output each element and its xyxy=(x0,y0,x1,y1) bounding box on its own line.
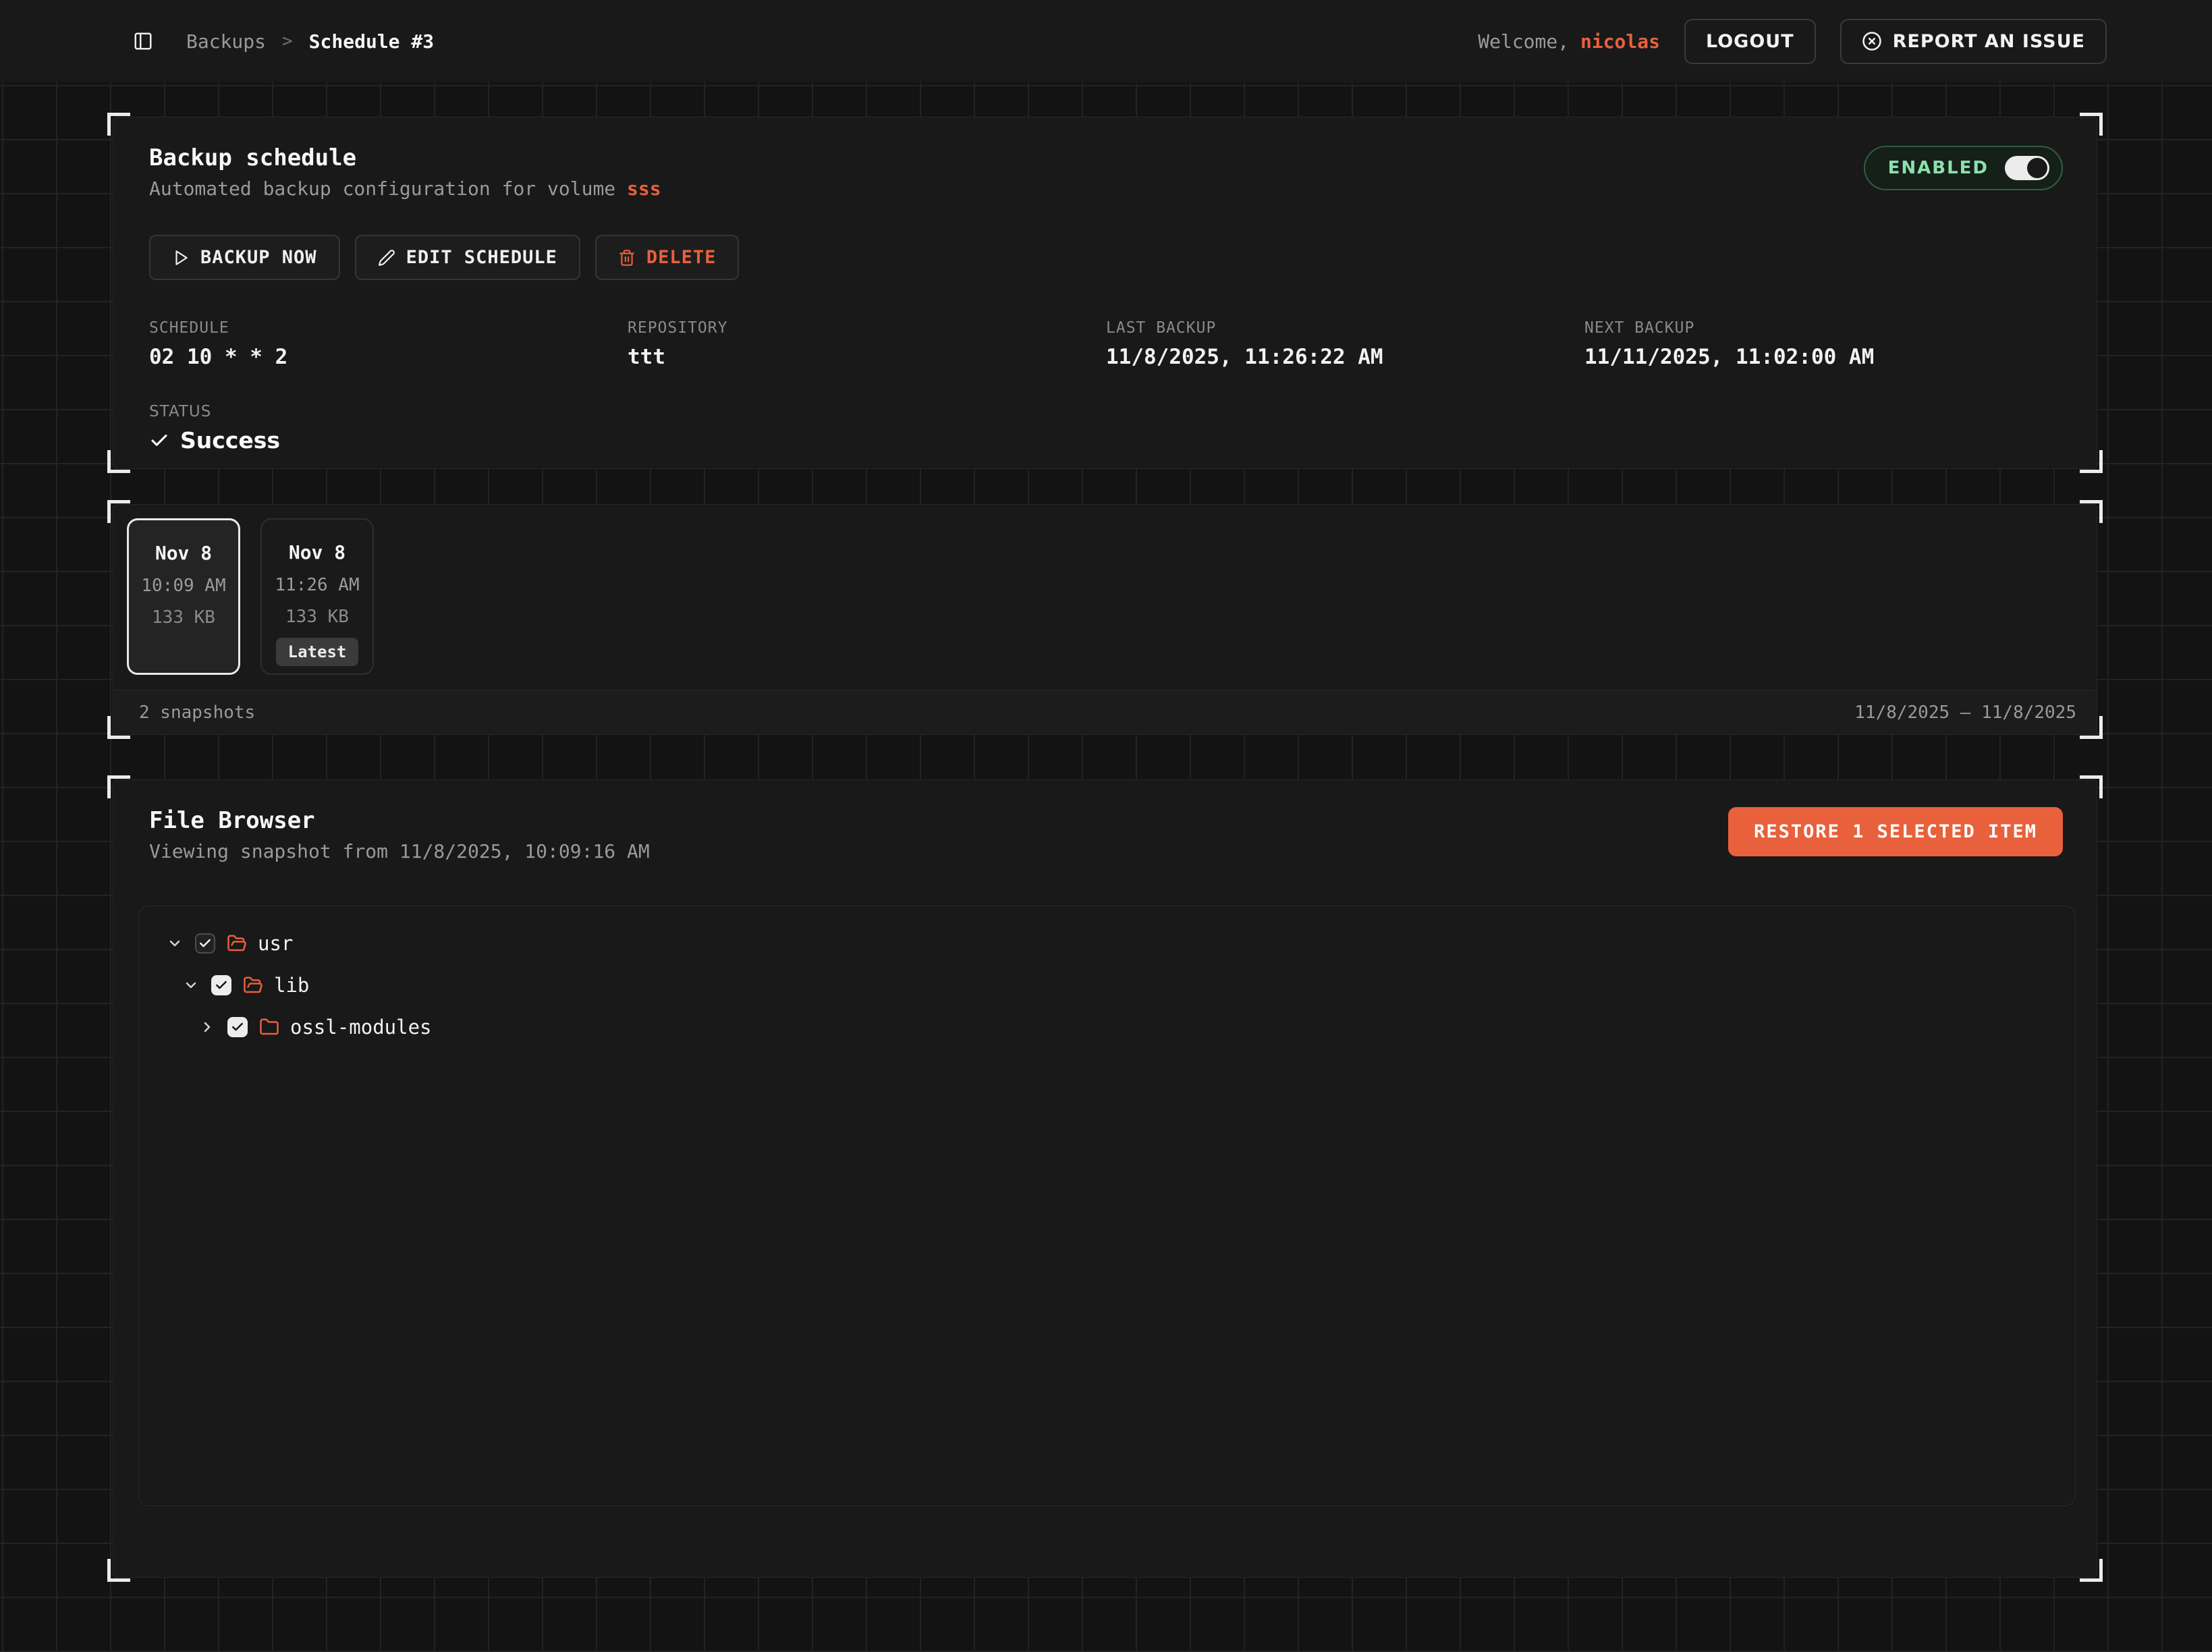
snapshot-time: 10:09 AM xyxy=(141,576,225,596)
delete-label: DELETE xyxy=(646,247,717,268)
snapshots-panel: Nov 8 10:09 AM 133 KB Nov 8 11:26 AM 133… xyxy=(113,504,2097,735)
breadcrumb-backups[interactable]: Backups xyxy=(186,30,266,53)
file-browser-panel: File Browser Viewing snapshot from 11/8/… xyxy=(113,779,2097,1578)
frame-corner xyxy=(2080,716,2103,739)
field-value: 11/8/2025, 11:26:22 AM xyxy=(1106,345,1584,369)
play-icon xyxy=(172,249,190,267)
frame-corner xyxy=(107,113,130,136)
tree-row-lib[interactable]: lib xyxy=(139,964,2075,1006)
snapshot-date-range: 11/8/2025 – 11/8/2025 xyxy=(1854,703,2076,723)
snapshot-time: 11:26 AM xyxy=(275,575,359,595)
field-value: 11/11/2025, 11:02:00 AM xyxy=(1584,345,2063,369)
field-label: LAST BACKUP xyxy=(1106,319,1584,337)
logout-label: LOGOUT xyxy=(1706,31,1794,52)
frame-corner xyxy=(107,775,130,798)
field-label: SCHEDULE xyxy=(149,319,628,337)
backup-now-label: BACKUP NOW xyxy=(200,247,317,268)
volume-name: sss xyxy=(627,177,661,200)
frame-corner xyxy=(2080,1559,2103,1582)
check-icon xyxy=(149,431,169,451)
chevron-down-icon[interactable] xyxy=(167,935,183,952)
panel-subtitle: Viewing snapshot from 11/8/2025, 10:09:1… xyxy=(149,840,650,862)
snapshot-date: Nov 8 xyxy=(155,542,212,564)
snapshot-count: 2 snapshots xyxy=(139,703,255,723)
folder-icon xyxy=(259,1017,279,1037)
logout-button[interactable]: LOGOUT xyxy=(1684,19,1816,64)
page-background-grid: Backup schedule Automated backup configu… xyxy=(0,82,2212,1652)
frame-corner xyxy=(2080,500,2103,523)
status-value: Success xyxy=(180,427,280,453)
breadcrumb-current: Schedule #3 xyxy=(309,30,434,53)
top-bar: Backups > Schedule #3 Welcome, nicolas L… xyxy=(0,0,2212,82)
snapshot-size: 133 KB xyxy=(152,607,215,628)
folder-name: lib xyxy=(274,974,309,997)
checkbox-checked[interactable] xyxy=(227,1017,248,1037)
folder-open-icon xyxy=(227,933,247,954)
panel-title: File Browser xyxy=(149,807,650,834)
frame-corner xyxy=(2080,113,2103,136)
panel-title: Backup schedule xyxy=(149,144,661,171)
field-label: REPOSITORY xyxy=(628,319,1106,337)
pencil-icon xyxy=(378,249,395,267)
status-block: STATUS Success xyxy=(149,403,2063,453)
status-label: STATUS xyxy=(149,403,2063,420)
checkbox-checked[interactable] xyxy=(211,975,231,995)
field-repository: REPOSITORY ttt xyxy=(628,319,1106,369)
snapshot-card[interactable]: Nov 8 11:26 AM 133 KB Latest xyxy=(260,518,374,675)
breadcrumb-separator: > xyxy=(282,31,293,51)
snapshots-footer: 2 snapshots 11/8/2025 – 11/8/2025 xyxy=(113,690,2097,734)
frame-corner xyxy=(107,450,130,473)
frame-corner xyxy=(2080,775,2103,798)
enabled-toggle[interactable] xyxy=(2005,156,2049,180)
toggle-knob xyxy=(2027,158,2047,178)
file-tree: usr lib xyxy=(138,906,2076,1506)
report-issue-label: REPORT AN ISSUE xyxy=(1893,31,2085,52)
snapshot-date: Nov 8 xyxy=(289,541,345,563)
snapshot-card-selected[interactable]: Nov 8 10:09 AM 133 KB xyxy=(127,518,240,675)
enabled-pill: ENABLED xyxy=(1864,146,2063,190)
sidebar-toggle-icon[interactable] xyxy=(128,26,158,56)
field-next-backup: NEXT BACKUP 11/11/2025, 11:02:00 AM xyxy=(1584,319,2063,369)
breadcrumb: Backups > Schedule #3 xyxy=(186,30,434,53)
edit-schedule-button[interactable]: EDIT SCHEDULE xyxy=(355,235,580,280)
report-issue-button[interactable]: REPORT AN ISSUE xyxy=(1840,19,2107,64)
chevron-down-icon[interactable] xyxy=(183,977,199,993)
backup-now-button[interactable]: BACKUP NOW xyxy=(149,235,340,280)
restore-button[interactable]: RESTORE 1 SELECTED ITEM xyxy=(1728,807,2063,856)
delete-button[interactable]: DELETE xyxy=(595,235,740,280)
folder-open-icon xyxy=(243,975,263,995)
enabled-label: ENABLED xyxy=(1888,158,1989,178)
panel-subtitle: Automated backup configuration for volum… xyxy=(149,177,661,200)
field-value: 02 10 * * 2 xyxy=(149,345,628,369)
tree-row-usr[interactable]: usr xyxy=(139,923,2075,964)
checkbox-checked[interactable] xyxy=(195,933,215,954)
field-last-backup: LAST BACKUP 11/8/2025, 11:26:22 AM xyxy=(1106,319,1584,369)
field-value: ttt xyxy=(628,345,1106,369)
username: nicolas xyxy=(1580,30,1660,53)
chevron-right-icon[interactable] xyxy=(199,1019,215,1035)
frame-corner xyxy=(107,716,130,739)
frame-corner xyxy=(2080,450,2103,473)
latest-badge: Latest xyxy=(276,638,359,666)
snapshot-size: 133 KB xyxy=(285,607,349,627)
folder-name: ossl-modules xyxy=(290,1016,432,1039)
tree-row-ossl-modules[interactable]: ossl-modules xyxy=(139,1006,2075,1048)
backup-schedule-panel: Backup schedule Automated backup configu… xyxy=(113,117,2097,469)
field-label: NEXT BACKUP xyxy=(1584,319,2063,337)
issue-circle-x-icon xyxy=(1862,31,1882,51)
trash-icon xyxy=(618,249,636,267)
edit-schedule-label: EDIT SCHEDULE xyxy=(406,247,557,268)
field-schedule: SCHEDULE 02 10 * * 2 xyxy=(149,319,628,369)
restore-label: RESTORE 1 SELECTED ITEM xyxy=(1754,821,2037,842)
folder-name: usr xyxy=(258,932,293,955)
frame-corner xyxy=(107,1559,130,1582)
welcome-text: Welcome, nicolas xyxy=(1478,30,1660,53)
frame-corner xyxy=(107,500,130,523)
